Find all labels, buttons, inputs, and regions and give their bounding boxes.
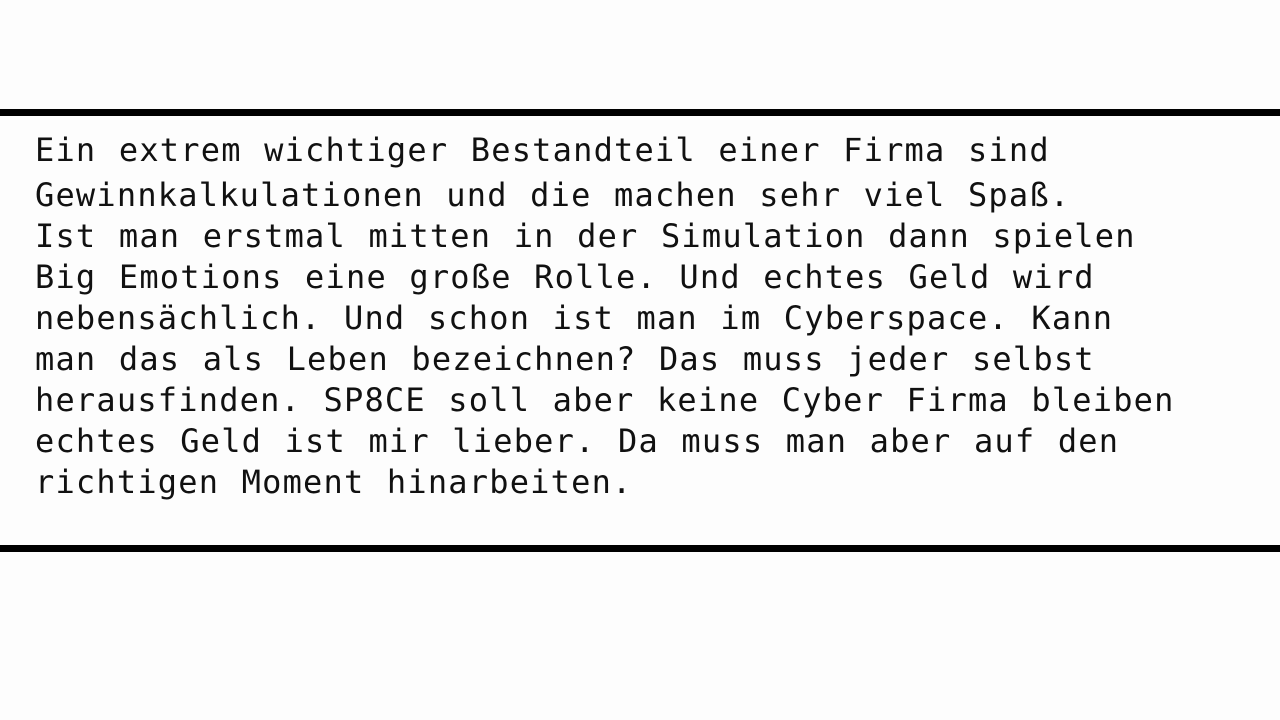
body-text: Ein extrem wichtiger Bestandteil einer F… [35,130,1255,503]
text-line-5: nebensächlich. Und schon ist man im Cybe… [35,299,1114,337]
text-line-9: richtigen Moment hinarbeiten. [35,463,633,501]
text-line-4: Big Emotions eine große Rolle. Und echte… [35,258,1095,296]
bottom-divider [0,545,1280,552]
text-line-2: Gewinnkalkulationen und die machen sehr … [35,176,1071,214]
text-line-8: echtes Geld ist mir lieber. Da muss man … [35,422,1120,460]
text-line-7: herausfinden. SP8CE soll aber keine Cybe… [35,381,1175,419]
text-line-6: man das als Leben bezeichnen? Das muss j… [35,340,1095,378]
text-line-1: Ein extrem wichtiger Bestandteil einer F… [35,131,1050,169]
text-line-3: Ist man erstmal mitten in der Simulation… [35,217,1136,255]
slide-page: Ein extrem wichtiger Bestandteil einer F… [0,0,1280,720]
top-divider [0,109,1280,116]
